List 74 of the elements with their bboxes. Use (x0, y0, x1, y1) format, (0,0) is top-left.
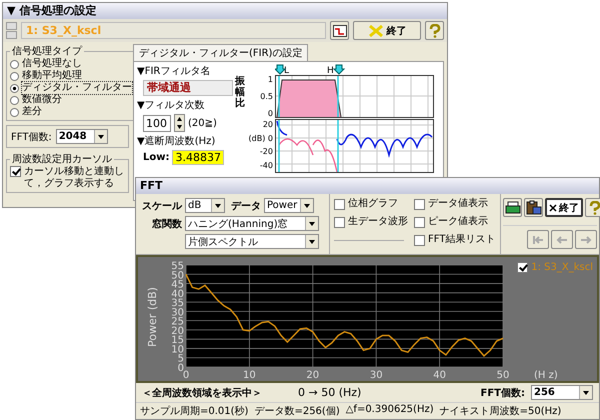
checkbox-label[interactable]: FFT結果リスト (428, 234, 496, 246)
low-cutoff-input[interactable]: 3.48837 (172, 150, 224, 165)
frequency-range: 0 → 50 (Hz) (298, 386, 362, 399)
tick-label: 40 (171, 288, 184, 300)
filter-order-input[interactable]: 100 (143, 114, 171, 132)
window-function-dropdown[interactable]: ハニング(Hanning)窓 (185, 216, 319, 231)
tick-label: 1 (268, 75, 273, 84)
fir-name-label: ▼FIRフィルタ名 (137, 65, 212, 78)
data-dropdown[interactable]: Power (264, 198, 314, 213)
low-cutoff-label: Low: (143, 152, 170, 163)
fft-count-label: FFT個数: (11, 130, 52, 144)
filter-settings-tab[interactable]: ディジタル・フィルター(FIR)の設定 (133, 44, 308, 61)
tick-label: 15 (171, 335, 184, 346)
window-title: ▼ 信号処理の設定 (3, 3, 447, 19)
checkbox-label[interactable]: 生データ波形 (348, 216, 408, 228)
radio-label[interactable]: 信号処理なし (22, 58, 82, 70)
window-title: FFT (136, 178, 599, 194)
spectrum-dropdown[interactable]: 片側スペクトル (185, 234, 319, 249)
tick-label: 50 (496, 370, 510, 381)
axis-label: Power (dB) (146, 287, 159, 347)
filter-order-label: ▼フィルタ次数 (137, 99, 206, 112)
tick-label: 10 (171, 344, 184, 356)
checkbox-label[interactable]: カーソル移動と連動して，グラフ表示する (24, 166, 124, 190)
radio-label[interactable]: 数値微分 (22, 94, 62, 106)
close-button[interactable]: 終了 (353, 21, 421, 40)
tick-label: 25 (171, 316, 184, 328)
tick-label: 20 (306, 370, 320, 381)
cutoff-label: ▼遮断周波数(Hz) (137, 134, 216, 148)
checkbox-label[interactable]: データ値表示 (428, 198, 488, 210)
tick-label: 10 (243, 370, 256, 381)
radio-label[interactable]: ディジタル・フィルター (22, 82, 132, 94)
cursor-label: L (284, 66, 290, 76)
tick-label: 35 (171, 298, 184, 310)
status-text: サンプル周期=0.01(秒) (140, 404, 248, 418)
range-message: ＜全周波数領域を表示中＞ (142, 386, 263, 400)
close-button[interactable]: 終了 (545, 198, 583, 217)
checkbox-label[interactable]: ピーク値表示 (428, 216, 488, 228)
tick-label: 0 (178, 363, 184, 374)
tick-label: 5 (178, 354, 184, 365)
tick-label: (dB) 0 (248, 134, 273, 143)
tick-label: 0 (182, 370, 190, 381)
tick-label: 20 (171, 326, 184, 337)
tick-label: 40 (433, 370, 446, 381)
tick-label: -20 (260, 147, 273, 156)
tick-label: 20 (262, 120, 273, 129)
axis-label: (H z) (534, 370, 558, 381)
radio-label[interactable]: 差分 (22, 106, 42, 118)
group-title: 周波数設定用カーソル (11, 152, 113, 166)
tick-label: 30 (171, 307, 184, 318)
tick-label: 0 (268, 109, 273, 118)
group-title: 信号処理タイプ (11, 44, 84, 58)
tick-label: -40 (260, 160, 273, 170)
tick-label: 50 (171, 270, 184, 282)
status-text: ナイキスト周波数=50(Hz) (440, 404, 562, 418)
tick-label: 30 (370, 370, 383, 381)
status-text: データ数=256(個) (254, 405, 340, 418)
scale-dropdown[interactable]: dB (185, 198, 225, 213)
series-name-field: 1: S3_X_kscl (21, 22, 326, 39)
order-limit-note: (20≧) (188, 118, 217, 128)
scale-label: スケール (141, 200, 182, 212)
fir-name-field: 帯域通過 (143, 80, 233, 96)
data-label: データ (231, 200, 261, 212)
axis-label: 振幅比 (235, 74, 245, 111)
window-function-label: 窓関数 (151, 218, 182, 230)
fft-count-label: FFT個数: (480, 386, 525, 400)
fft-count-dropdown[interactable]: 256 (531, 385, 593, 400)
checkbox-label[interactable]: 位相グラフ (348, 198, 398, 210)
tick-label: 0.5 (260, 92, 273, 101)
fft-count-dropdown[interactable]: 2048 (56, 129, 108, 144)
tick-label: 45 (171, 280, 184, 291)
status-text: △f=0.390625(Hz) (346, 404, 434, 417)
radio-label[interactable]: 移動平均処理 (22, 70, 82, 82)
cursor-label: H (327, 66, 334, 76)
tick-label: 55 (171, 261, 184, 272)
